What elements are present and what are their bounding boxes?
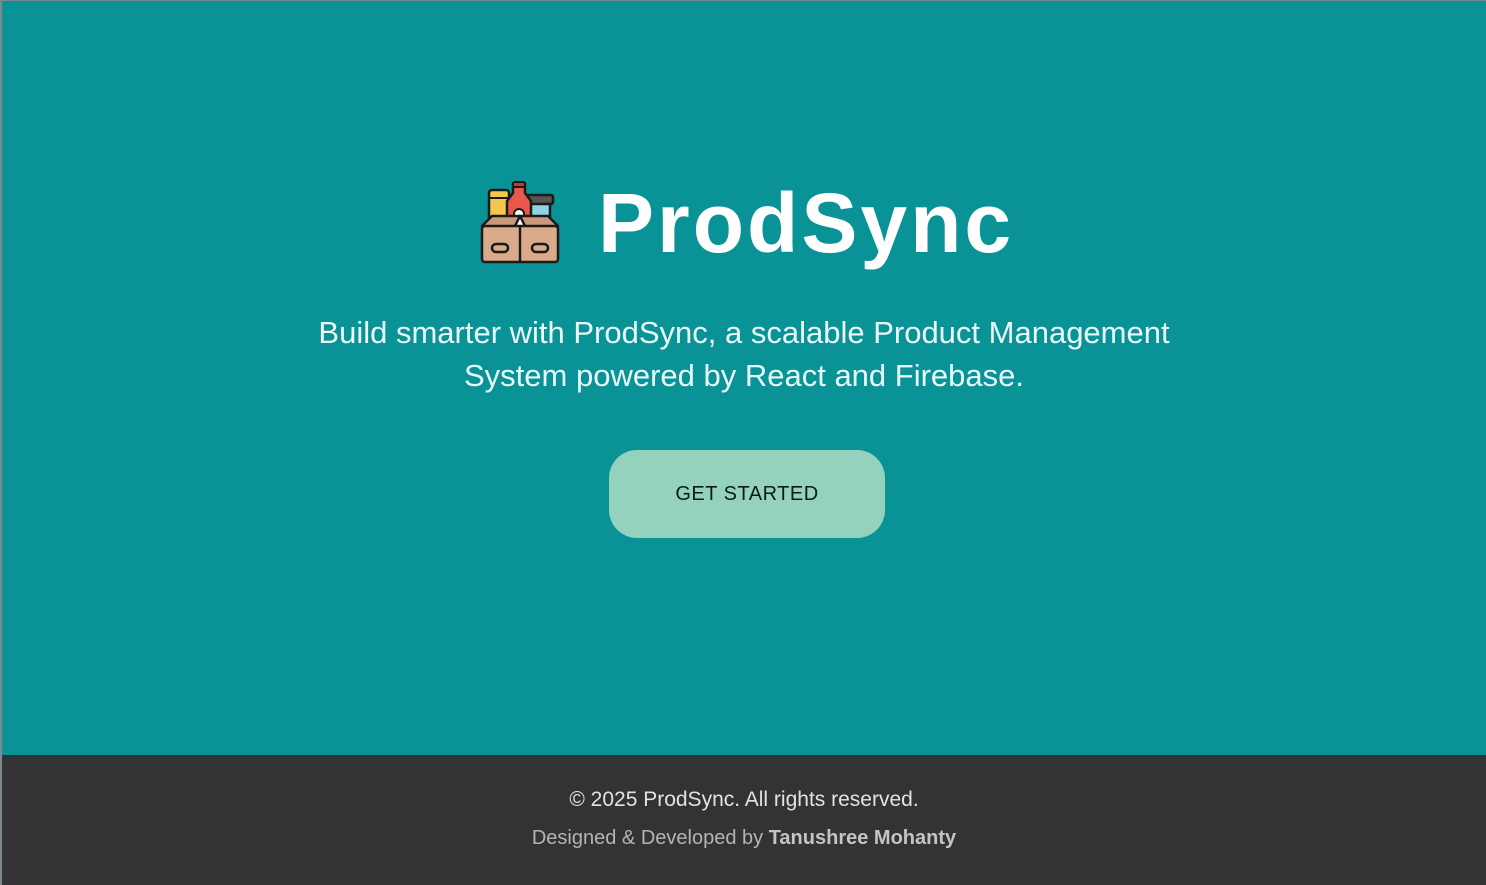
brand: ProdSync (478, 173, 1014, 273)
author-name: Tanushree Mohanty (768, 827, 957, 849)
credit-text: Designed & Developed by Tanushree Mohant… (2, 827, 1486, 850)
tagline: Build smarter with ProdSync, a scalable … (2, 311, 1486, 397)
tagline-line-2: System powered by React and Firebase. (464, 358, 1024, 393)
footer: © 2025 ProdSync. All rights reserved. De… (2, 755, 1486, 885)
hero-section: ProdSync Build smarter with ProdSync, a … (2, 1, 1486, 755)
copyright-text: © 2025 ProdSync. All rights reserved. (569, 788, 919, 811)
credit-prefix: Designed & Developed by (531, 827, 769, 849)
get-started-button[interactable]: GET STARTED (609, 450, 885, 538)
tagline-line-1: Build smarter with ProdSync, a scalable … (318, 315, 1170, 350)
product-box-icon (480, 181, 560, 264)
page: ProdSync Build smarter with ProdSync, a … (0, 0, 1486, 885)
page-title: ProdSync (598, 176, 1015, 270)
